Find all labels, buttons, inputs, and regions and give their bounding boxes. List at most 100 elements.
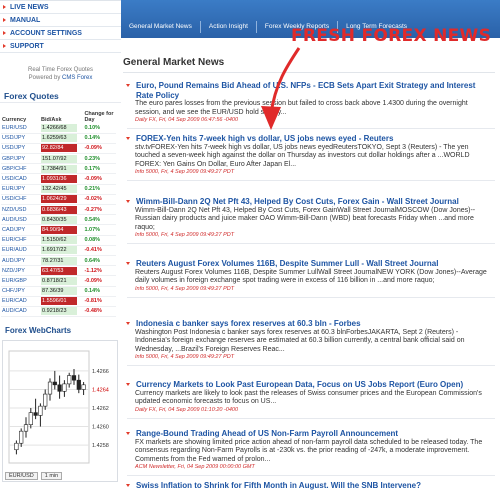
chart-y-tick: 1.4266 (92, 369, 109, 375)
quote-bid-cell: 63.47/53 (40, 265, 84, 277)
section-title: General Market News (123, 57, 225, 68)
quote-pair[interactable]: CHF/JPY (1, 286, 41, 297)
quote-pair[interactable]: EUR/GBP (1, 275, 41, 287)
quote-bid: 1.0931/36 (41, 175, 78, 184)
candle-body (28, 412, 33, 425)
news-headline[interactable]: Range-Bound Trading Ahead of US Non-Farm… (136, 429, 398, 439)
quote-change: -0.48% (83, 306, 116, 318)
quote-bid-cell: 1.6917/22 (40, 245, 84, 256)
col-change: Change for Day (84, 111, 114, 123)
menu-item-account-settings[interactable]: ACCOUNT SETTINGS (0, 27, 121, 40)
quote-bid: 132.42/45 (41, 185, 78, 194)
news-divider (127, 417, 495, 419)
quote-change: -0.27% (83, 204, 116, 216)
news-summary: stv.tvFOREX-Yen hits 7-week high vs doll… (135, 143, 470, 168)
quote-pair[interactable]: AUD/JPY (1, 255, 41, 267)
quote-pair[interactable]: EUR/AUD (1, 245, 41, 256)
quote-change: 0.14% (83, 133, 116, 144)
interval-select[interactable]: 1 min (40, 472, 63, 480)
forex-quotes-table: Currency Bid/Ask Change for Day EUR/USD 1… (1, 106, 116, 318)
pair-select[interactable]: EUR/USD (5, 472, 38, 480)
quote-pair[interactable]: USD/CAD (1, 173, 41, 185)
quote-pair[interactable]: EUR/CAD (1, 296, 41, 307)
quote-row: CHF/JPY 87.36/39 0.14% (1, 286, 116, 297)
news-item: Swiss Inflation to Shrink for Fifth Mont… (123, 481, 495, 491)
news-item: Indonesia c banker says forex reserves a… (123, 319, 495, 367)
quote-pair[interactable]: USD/JPY (1, 133, 41, 144)
quote-pair[interactable]: AUD/USD (1, 214, 41, 226)
quote-row: USD/JPY 1.6259/63 0.14% (1, 133, 116, 144)
news-summary: Washington Post Indonesia c banker says … (135, 328, 465, 353)
quote-pair[interactable]: USD/JPY (1, 143, 41, 155)
candle-body (76, 379, 81, 390)
menu-item-live-news[interactable]: LIVE NEWS (0, 1, 121, 14)
quote-bid-cell: 151.07/92 (40, 153, 84, 165)
bullet-arrow-icon (3, 44, 6, 48)
cms-forex-link[interactable]: CMS Forex (62, 75, 92, 81)
quote-bid: 1.7384/91 (41, 164, 78, 173)
news-headline[interactable]: Indonesia c banker says forex reserves a… (136, 319, 361, 329)
news-arrow-icon (126, 137, 130, 140)
quote-bid: 63.47/53 (41, 266, 78, 275)
menu-item-support[interactable]: SUPPORT (0, 40, 121, 53)
news-headline[interactable]: Reuters August Forex Volumes 116B, Despi… (136, 259, 438, 269)
nav-action-insight[interactable]: Action Insight (201, 21, 257, 33)
quote-pair[interactable]: CAD/JPY (1, 224, 41, 236)
quote-bid: 0.8718/21 (41, 276, 78, 285)
webchart-controls: EUR/USD 1 min (5, 472, 63, 480)
quote-row: EUR/GBP 0.8718/21 -0.09% (1, 275, 116, 287)
candle-body (57, 384, 62, 392)
quote-bid: 1.6917/22 (41, 246, 78, 255)
news-divider (127, 180, 495, 182)
powered-by: Powered by CMS Forex (0, 74, 121, 82)
realtime-note-text: Real Time Forex Quotes (27, 67, 94, 73)
quote-pair[interactable]: NZD/JPY (1, 265, 41, 277)
chart-y-tick: 1.4258 (92, 443, 109, 449)
col-currency: Currency (2, 117, 27, 123)
quote-bid: 92.82/84 (41, 144, 78, 153)
quote-bid: 1.5150/62 (41, 236, 78, 245)
quote-pair[interactable]: EUR/USD (1, 123, 41, 134)
quote-pair[interactable]: NZD/USD (1, 204, 41, 216)
quote-row: EUR/JPY 132.42/45 0.21% (1, 184, 116, 195)
quote-pair[interactable]: GBP/CHF (1, 163, 41, 175)
quote-bid-cell: 1.0931/36 (40, 173, 84, 185)
quote-row: AUD/CAD 0.9218/23 -0.48% (1, 306, 116, 318)
quote-change: 0.08% (83, 235, 116, 246)
candle-body (43, 393, 48, 407)
news-divider (127, 128, 495, 130)
nav-general-market-news[interactable]: General Market News (121, 21, 201, 33)
quote-change: -0.41% (83, 245, 116, 256)
quote-row: NZD/JPY 63.47/53 -1.12% (1, 265, 116, 277)
news-arrow-icon (126, 484, 130, 487)
quote-pair[interactable]: USD/CHF (1, 194, 41, 206)
quote-bid-cell: 84.90/94 (40, 224, 84, 236)
quote-row: NZD/USD 0.6836/43 -0.27% (1, 204, 116, 216)
quote-pair[interactable]: EUR/JPY (1, 184, 41, 195)
quote-pair[interactable]: AUD/CAD (1, 306, 41, 318)
news-summary: The euro pares losses from the previous … (135, 100, 468, 116)
quote-change: 0.23% (83, 153, 116, 165)
quote-row: CAD/JPY 84.90/94 1.07% (1, 224, 116, 236)
quote-bid: 0.8430/35 (41, 215, 78, 224)
quote-bid-cell: 1.5150/62 (40, 235, 84, 246)
news-headline[interactable]: Euro, Pound Remains Bid Ahead of U.S. NF… (136, 81, 495, 100)
news-headline[interactable]: Currency Markets to Look Past European D… (136, 380, 463, 390)
quote-change: -0.09% (83, 173, 116, 185)
quote-change: 0.21% (83, 184, 116, 195)
candle-body (71, 375, 77, 381)
quote-pair[interactable]: EUR/CHF (1, 235, 41, 246)
quote-pair[interactable]: GBP/JPY (1, 153, 41, 165)
news-headline[interactable]: Wimm-Bill-Dann 2Q Net Pft 43, Helped By … (136, 197, 459, 207)
menu-item-manual[interactable]: MANUAL (0, 14, 121, 27)
chart-y-tick: 1.4264 (92, 387, 109, 393)
quote-change: 1.07% (83, 224, 116, 236)
sidebar: LIVE NEWS MANUAL ACCOUNT SETTINGS SUPPOR… (0, 0, 121, 490)
quote-row: AUD/USD 0.8430/35 0.54% (1, 214, 116, 226)
red-arrow-icon (261, 47, 301, 130)
candle-body (33, 412, 38, 416)
quote-bid: 1.4266/68 (41, 123, 78, 132)
quote-bid-cell: 1.5596/01 (40, 296, 84, 307)
news-headline[interactable]: Swiss Inflation to Shrink for Fifth Mont… (136, 481, 421, 491)
quote-bid: 1.0624/29 (41, 195, 78, 204)
